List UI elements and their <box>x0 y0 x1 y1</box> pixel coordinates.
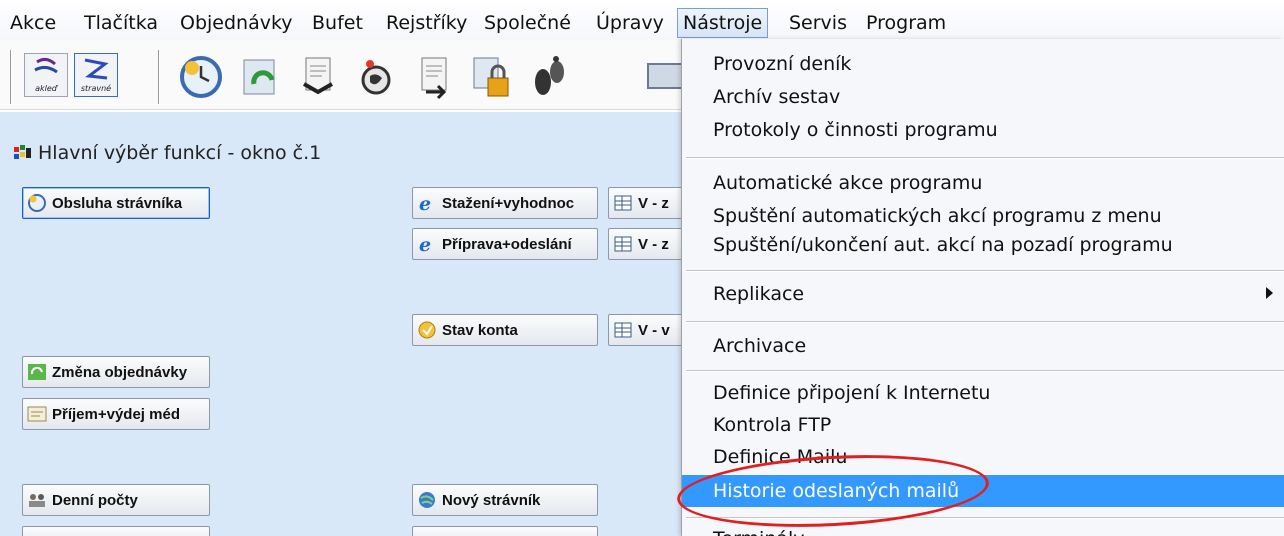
menu-item-protokoly[interactable]: Protokoly o činnosti programu <box>713 118 998 142</box>
document-export-button[interactable] <box>294 52 344 102</box>
stravne-button[interactable]: stravné <box>74 53 118 97</box>
toolbar-separator <box>10 50 12 104</box>
menu-separator <box>686 270 1284 272</box>
novy-stravnik-button[interactable]: Nový strávník <box>412 484 598 516</box>
button-label: V - v <box>638 321 670 339</box>
lock-icon <box>473 57 509 97</box>
menu-servis[interactable]: Servis <box>789 12 847 34</box>
menu-item-automaticke-akce[interactable]: Automatické akce programu <box>713 171 982 195</box>
refresh-icon <box>27 362 47 382</box>
button-label: Příjem+výdej méd <box>52 405 180 423</box>
hand-pointer-button[interactable] <box>352 52 402 102</box>
internet-explorer-icon: e <box>417 193 437 213</box>
stravne-icon <box>84 58 109 80</box>
document-import-icon <box>421 57 447 100</box>
clock-icon <box>27 193 47 213</box>
stav-konta-button[interactable]: Stav konta <box>412 314 598 346</box>
menu-objednavky[interactable]: Objednávky <box>180 12 293 34</box>
table-icon <box>613 234 633 254</box>
stazeni-vyhodnoceni-button[interactable]: e Stažení+vyhodnoc <box>412 187 598 219</box>
menu-item-provozni-denik[interactable]: Provozní deník <box>713 52 851 76</box>
menu-nastroje[interactable]: Nástroje <box>677 8 769 38</box>
menu-item-archivace[interactable]: Archivace <box>713 334 806 358</box>
akled-label: akleď <box>35 84 57 93</box>
menu-bufet[interactable]: Bufet <box>312 12 363 34</box>
cropped-button[interactable] <box>412 526 598 536</box>
menu-item-definice-pripojeni[interactable]: Definice připojení k Internetu <box>713 381 990 405</box>
menu-separator <box>686 321 1284 323</box>
document-icon <box>27 404 47 424</box>
lock-button[interactable] <box>466 52 516 102</box>
menu-rejstriky[interactable]: Rejstříky <box>386 12 467 34</box>
footprints-icon <box>535 56 564 95</box>
button-label: Denní počty <box>52 491 138 509</box>
table-icon <box>613 193 633 213</box>
menu-spolecne[interactable]: Společné <box>484 12 571 34</box>
priprava-odeslani-button[interactable]: e Příprava+odeslání <box>412 228 598 260</box>
akled-icon <box>34 57 58 74</box>
account-icon <box>417 320 437 340</box>
globe-icon <box>417 490 437 510</box>
refresh-button[interactable] <box>236 52 286 102</box>
clock-icon <box>180 56 222 98</box>
button-label: Nový strávník <box>442 491 541 509</box>
table-icon <box>613 320 633 340</box>
svg-text:e: e <box>419 234 431 254</box>
button-label: Změna objednávky <box>52 363 188 381</box>
menu-akce[interactable]: Akce <box>10 12 56 34</box>
button-label: Stažení+vyhodnoc <box>442 194 575 212</box>
submenu-arrow-icon <box>1266 287 1273 299</box>
people-icon <box>27 490 47 510</box>
cropped-button[interactable] <box>22 526 210 536</box>
footprints-button[interactable] <box>524 52 574 102</box>
button-label: Stav konta <box>442 321 518 339</box>
denni-pocty-button[interactable]: Denní počty <box>22 484 210 516</box>
zmena-objednavky-button[interactable]: Změna objednávky <box>22 356 210 388</box>
menu-bar: Akce Tlačítka Objednávky Bufet Rejstříky… <box>0 0 1284 40</box>
window-title: Hlavní výběr funkcí - okno č.1 <box>38 142 322 164</box>
menu-upravy[interactable]: Úpravy <box>596 12 664 34</box>
prijem-vydej-medii-button[interactable]: Příjem+výdej méd <box>22 398 210 430</box>
svg-text:e: e <box>419 193 431 213</box>
hand-pointer-icon <box>361 60 391 95</box>
menu-tlacitka[interactable]: Tlačítka <box>84 12 158 34</box>
toolbar-separator <box>158 50 160 104</box>
menu-separator <box>686 157 1284 159</box>
menu-item-archiv-sestav[interactable]: Archív sestav <box>713 85 840 109</box>
menu-item-replikace[interactable]: Replikace <box>713 282 804 306</box>
internet-explorer-icon: e <box>417 234 437 254</box>
menu-item-kontrola-ftp[interactable]: Kontrola FTP <box>713 413 831 437</box>
menu-item-spusteni-z-menu[interactable]: Spuštění automatických akcí programu z m… <box>713 204 1162 228</box>
stravne-label: stravné <box>80 84 112 93</box>
menu-program[interactable]: Program <box>866 12 946 34</box>
button-label: V - z <box>638 235 669 253</box>
menu-separator <box>686 370 1284 372</box>
button-label: Příprava+odeslání <box>442 235 572 253</box>
menu-item-terminaly[interactable]: Terminály <box>713 527 805 536</box>
clock-button[interactable] <box>176 52 226 102</box>
document-export-icon <box>303 57 333 95</box>
akled-button[interactable]: akleď <box>24 53 68 97</box>
refresh-icon <box>243 59 275 95</box>
obsluha-stravnika-button[interactable]: Obsluha strávníka <box>22 187 210 219</box>
document-import-button[interactable] <box>410 52 460 102</box>
button-label: V - z <box>638 194 669 212</box>
button-label: Obsluha strávníka <box>52 194 183 212</box>
menu-item-spusteni-na-pozadi[interactable]: Spuštění/ukončení aut. akcí na pozadí pr… <box>713 233 1173 257</box>
